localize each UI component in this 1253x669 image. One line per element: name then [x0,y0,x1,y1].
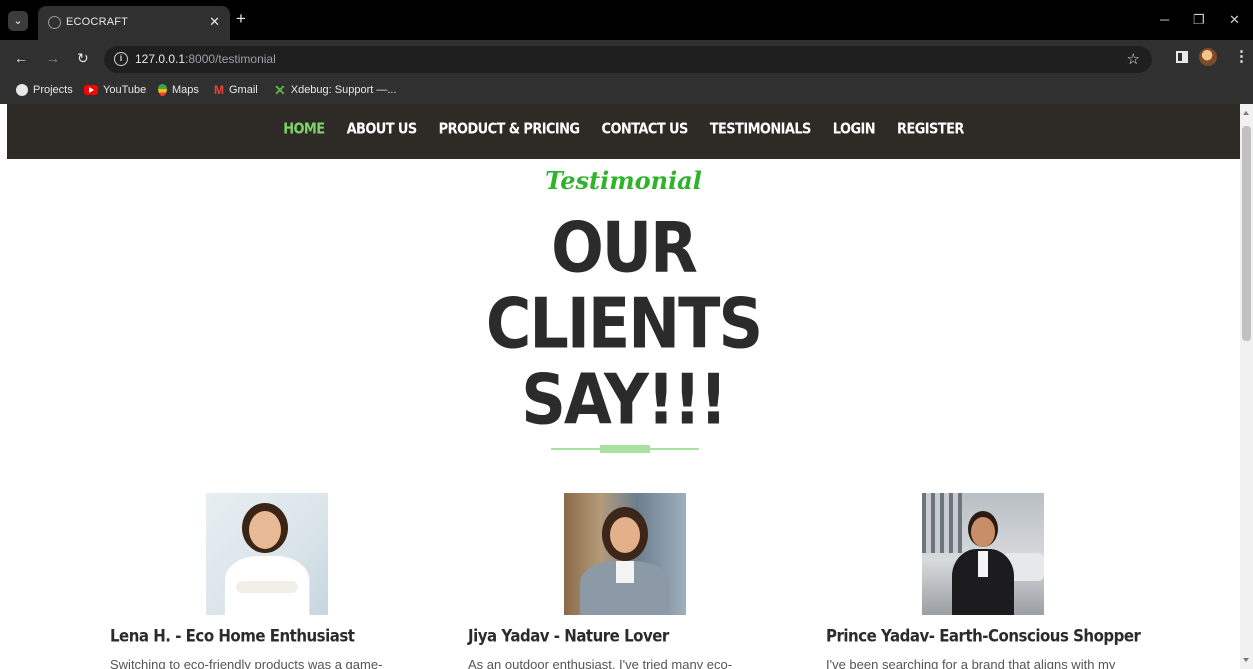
testimonial-text: Switching to eco-friendly products was a… [110,657,383,669]
restore-button[interactable]: ❐ [1193,12,1205,28]
bookmark-gmail[interactable]: M Gmail [214,82,258,98]
nav-about-us[interactable]: ABOUT US [347,121,418,138]
browser-tab[interactable]: ECOCRAFT ✕ [38,6,230,40]
client-photo [922,493,1044,615]
reload-button[interactable]: ↻ [77,50,89,66]
new-tab-button[interactable]: + [236,10,246,28]
globe-icon [16,84,28,97]
nav-contact-us[interactable]: CONTACT US [602,121,689,138]
testimonial-text: I've been searching for a brand that ali… [826,657,1116,669]
page-scrollbar[interactable] [1240,104,1253,669]
gmail-icon: M [214,83,224,98]
client-photo [206,493,328,615]
profile-avatar[interactable] [1199,48,1217,66]
nav-home[interactable]: HOME [283,121,325,138]
client-name: Lena H. - Eco Home Enthusiast [110,626,355,646]
side-panel-icon[interactable] [1176,51,1188,63]
headline-line: SAY!!! [521,358,727,441]
bookmark-maps[interactable]: Maps [158,82,199,98]
page-title: OUR CLIENTS SAY!!! [7,207,1240,441]
scroll-up-icon[interactable] [1243,111,1249,115]
client-name: Prince Yadav- Earth-Conscious Shopper [826,626,1141,646]
bookmark-projects[interactable]: Projects [16,82,73,98]
address-bar[interactable]: i 127.0.0.1:8000/testimonial ☆ [104,46,1152,73]
close-window-button[interactable]: ✕ [1229,12,1240,28]
headline-line: OUR [551,206,698,289]
browser-tab-strip: ⌄ ECOCRAFT ✕ + ─ ❐ ✕ [0,0,1253,40]
nav-login[interactable]: LOGIN [833,121,876,138]
bookmark-xdebug[interactable]: ✕ Xdebug: Support —... [274,82,397,98]
browser-toolbar: ← → ↻ i 127.0.0.1:8000/testimonial ☆ [0,40,1253,76]
nav-menu: HOME ABOUT US PRODUCT & PRICING CONTACT … [7,121,1240,138]
url-text: 127.0.0.1:8000/testimonial [135,52,276,66]
nav-product-pricing[interactable]: PRODUCT & PRICING [439,121,580,138]
client-photo [564,493,686,615]
site-info-icon[interactable]: i [114,52,128,66]
page-viewport: HOME ABOUT US PRODUCT & PRICING CONTACT … [7,104,1240,669]
scroll-thumb[interactable] [1242,126,1251,341]
bookmarks-bar: Projects YouTube Maps M Gmail ✕ Xdebug: Su… [0,76,1253,104]
minimize-button[interactable]: ─ [1160,12,1169,27]
browser-menu-icon[interactable]: ⋮ [1234,47,1249,65]
client-name: Jiya Yadav - Nature Lover [468,626,669,646]
maps-icon [158,84,167,97]
scroll-down-icon[interactable] [1243,658,1249,662]
site-navbar: HOME ABOUT US PRODUCT & PRICING CONTACT … [7,104,1240,159]
youtube-icon [84,85,98,96]
nav-testimonials[interactable]: TESTIMONIALS [710,121,812,138]
tab-search-button[interactable]: ⌄ [8,11,28,31]
title-divider-accent [600,445,650,453]
forward-button[interactable]: → [46,50,60,66]
back-button[interactable]: ← [14,50,28,66]
testimonial-text: As an outdoor enthusiast, I've tried man… [468,657,733,669]
nav-register[interactable]: REGISTER [897,121,964,138]
tab-favicon-icon [48,16,61,29]
tab-close-icon[interactable]: ✕ [209,14,220,30]
xdebug-icon: ✕ [274,82,286,99]
bookmark-youtube[interactable]: YouTube [84,82,146,98]
section-eyebrow: Testimonial [545,166,702,195]
bookmark-star-icon[interactable]: ☆ [1127,50,1140,68]
headline-line: CLIENTS [485,282,763,365]
tab-title: ECOCRAFT [66,16,129,28]
